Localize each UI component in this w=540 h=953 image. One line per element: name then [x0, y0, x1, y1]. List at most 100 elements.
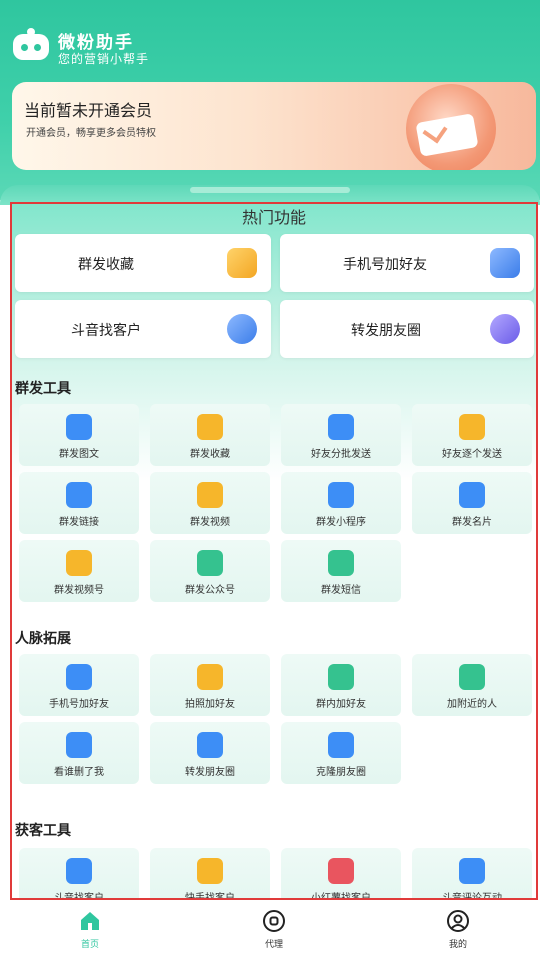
nav-label: 代理 — [264, 940, 283, 950]
clone-lens-icon — [328, 732, 354, 758]
robot-logo-icon — [13, 28, 49, 64]
tool-tile[interactable]: 看谁删了我 — [19, 722, 139, 784]
comment-interact-icon — [459, 858, 485, 884]
tool-tile-label: 克隆朋友圈 — [316, 767, 366, 778]
person-card-icon — [459, 414, 485, 440]
tool-tile-label: 群发视频号 — [54, 585, 104, 596]
batch-send-icon — [328, 414, 354, 440]
tool-tile-label: 好友逐个发送 — [442, 449, 502, 460]
video-channel-icon — [66, 550, 92, 576]
tool-tile[interactable]: 群发小程序 — [281, 472, 401, 534]
hot-item-0[interactable]: 群发收藏 — [15, 234, 271, 292]
bottom-nav: 首页 代理 我的 — [0, 903, 540, 953]
nav-mine[interactable]: 我的 — [428, 903, 488, 953]
tool-tile[interactable]: 手机号加好友 — [19, 654, 139, 716]
nav-label: 首页 — [80, 940, 99, 950]
moments-lens-icon — [197, 732, 223, 758]
tv-play-icon — [197, 482, 223, 508]
tool-tile[interactable]: 群内加好友 — [281, 654, 401, 716]
tool-tile-label: 拍照加好友 — [185, 699, 235, 710]
hot-item-3[interactable]: 转发朋友圈 — [280, 300, 534, 358]
hot-item-label: 群发收藏 — [78, 257, 134, 273]
tool-tile-label: 群内加好友 — [316, 699, 366, 710]
message-dots-icon — [66, 482, 92, 508]
tool-tile[interactable]: 转发朋友圈 — [150, 722, 270, 784]
tool-tile-label: 斗音找客户 — [54, 893, 104, 900]
tool-tile[interactable]: 小红薯找客户 — [281, 848, 401, 900]
app-header: 微粉助手 您的营销小帮手 当前暂未开通会员 开通会员，畅享更多会员特权 — [0, 0, 540, 200]
vip-desc: 开通会员，畅享更多会员特权 — [26, 128, 156, 139]
tool-tile[interactable]: 好友逐个发送 — [412, 404, 532, 466]
hot-item-label: 斗音找客户 — [71, 323, 141, 339]
profile-icon — [447, 910, 469, 932]
tool-tile-label: 小红薯找客户 — [311, 893, 371, 900]
mini-program-icon — [328, 482, 354, 508]
chat-bubble-icon — [66, 414, 92, 440]
tool-tile-label: 群发图文 — [59, 449, 99, 460]
star-folder-icon — [227, 248, 257, 278]
tool-tile-label: 群发视频 — [190, 517, 230, 528]
xiaohongshu-icon — [328, 858, 354, 884]
vip-title: 当前暂未开通会员 — [24, 101, 153, 120]
tool-tile-label: 看谁删了我 — [54, 767, 104, 778]
tool-tile[interactable]: 加附近的人 — [412, 654, 532, 716]
tool-tile-label: 转发朋友圈 — [185, 767, 235, 778]
vip-banner[interactable]: 当前暂未开通会员 开通会员，畅享更多会员特权 — [12, 82, 536, 170]
tool-tile[interactable]: 群发名片 — [412, 472, 532, 534]
tool-tile-label: 群发公众号 — [185, 585, 235, 596]
location-pin-icon — [459, 664, 485, 690]
tool-tile[interactable]: 克隆朋友圈 — [281, 722, 401, 784]
hot-section-title: 热门功能 — [241, 208, 306, 227]
tool-tile-label: 群发名片 — [452, 517, 492, 528]
tool-tile-label: 手机号加好友 — [49, 699, 109, 710]
tool-tile-label: 群发链接 — [59, 517, 99, 528]
home-icon — [81, 912, 99, 930]
group-title-network: 人脉拓展 — [15, 631, 71, 647]
tool-tile-label: 群发短信 — [321, 585, 361, 596]
hot-item-2[interactable]: 斗音找客户 — [15, 300, 271, 358]
tool-tile[interactable]: 斗音评论互动 — [412, 848, 532, 900]
nav-home[interactable]: 首页 — [60, 903, 120, 953]
tool-tile[interactable]: 拍照加好友 — [150, 654, 270, 716]
nav-label: 我的 — [448, 940, 467, 950]
phone-book-icon — [490, 248, 520, 278]
app-subtitle: 您的营销小帮手 — [58, 52, 150, 66]
camera-icon — [197, 664, 223, 690]
hot-item-label: 转发朋友圈 — [351, 323, 421, 339]
agent-circle-icon — [263, 910, 285, 932]
group-title-acquire: 获客工具 — [15, 823, 71, 839]
tool-tile-label: 斗音评论互动 — [442, 893, 502, 900]
group-title-broadcast: 群发工具 — [15, 381, 71, 397]
star-card-icon — [197, 414, 223, 440]
tool-tile[interactable]: 群发图文 — [19, 404, 139, 466]
tool-tile-label: 群发收藏 — [190, 449, 230, 460]
group-home-icon — [328, 664, 354, 690]
trash-bag-icon — [66, 732, 92, 758]
vip-badge-icon — [366, 84, 506, 170]
official-account-icon — [197, 550, 223, 576]
tool-tile[interactable]: 快手找客户 — [150, 848, 270, 900]
tool-tile-label: 群发小程序 — [316, 517, 366, 528]
tool-tile[interactable]: 斗音找客户 — [19, 848, 139, 900]
phone-contact-icon — [66, 664, 92, 690]
tool-tile[interactable]: 群发链接 — [19, 472, 139, 534]
tool-tile[interactable]: 好友分批发送 — [281, 404, 401, 466]
tiktok-icon — [66, 858, 92, 884]
nav-agent[interactable]: 代理 — [244, 903, 304, 953]
tool-tile[interactable]: 群发公众号 — [150, 540, 270, 602]
hot-item-label: 手机号加好友 — [343, 257, 427, 273]
tool-tile-label: 好友分批发送 — [311, 449, 371, 460]
tool-tile[interactable]: 群发收藏 — [150, 404, 270, 466]
tool-tile[interactable]: 群发短信 — [281, 540, 401, 602]
feature-panel: 热门功能 群发收藏 手机号加好友 斗音找客户 转发朋友圈 群发工具 人脉拓展 获… — [10, 202, 538, 900]
id-card-icon — [459, 482, 485, 508]
tool-tile[interactable]: 群发视频 — [150, 472, 270, 534]
tool-tile-label: 加附近的人 — [447, 699, 497, 710]
hot-item-1[interactable]: 手机号加好友 — [280, 234, 534, 292]
kuaishou-icon — [197, 858, 223, 884]
tool-tile-label: 快手找客户 — [185, 893, 235, 900]
users-icon — [227, 314, 257, 344]
sms-icon — [328, 550, 354, 576]
tool-tile[interactable]: 群发视频号 — [19, 540, 139, 602]
share-arrow-icon — [490, 314, 520, 344]
